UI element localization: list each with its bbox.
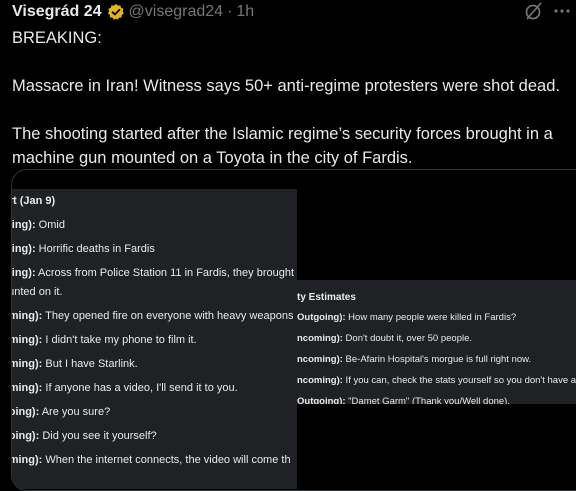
separator-dot: · [227, 3, 233, 20]
chat-speaker: ncoming): [297, 333, 343, 344]
chat-speaker: oming): [12, 382, 43, 394]
chat-speaker: oming): [12, 310, 43, 322]
chat-line: going): Are you sure? [12, 406, 111, 418]
post-time[interactable]: 1h [236, 3, 254, 21]
chat-line: oming): They opened fire on everyone wit… [12, 310, 294, 322]
verified-badge-icon[interactable] [107, 3, 125, 21]
chat-line: ncoming): Be-Afarin Hospital's morgue is… [297, 354, 531, 365]
chat-speaker: Outgoing): [297, 312, 346, 323]
chat-speaker: ming): [11, 219, 36, 231]
post-header: Visegrád 24 @visegrad24 · 1h [12, 2, 254, 22]
chat-line: oming): I didn't take my phone to film i… [12, 334, 197, 346]
chat-message: If you can, check the stats yourself so … [342, 375, 576, 386]
chat-speaker: ming): [11, 267, 36, 279]
chat-line: oming): When the internet connects, the … [12, 454, 291, 466]
chat-message: "Damet Garm" (Thank you/Well done). [345, 396, 510, 404]
chat-speaker: going): [12, 406, 40, 418]
chat-line: ming): Omid [11, 219, 65, 231]
chat-message: Don't doubt it, over 50 people. [342, 333, 473, 344]
chat-transcript-panel: ort (Jan 9) ming): Omid ming): Horrific … [11, 189, 297, 489]
chat-message: But I have Starlink. [42, 358, 138, 370]
chat-line: ncoming): If you can, check the stats yo… [297, 375, 576, 386]
chat-speaker: oming): [12, 454, 43, 466]
header-actions [524, 0, 572, 22]
post-paragraph: The shooting started after the Islamic r… [12, 125, 553, 167]
panel-title: ort (Jan 9) [12, 195, 56, 207]
chat-message: Did you see it yourself? [39, 430, 157, 442]
chat-line: oming): But I have Starlink. [12, 358, 138, 370]
chat-line: going): Did you see it yourself? [12, 430, 157, 442]
chat-speaker: ming): [11, 243, 36, 255]
more-icon[interactable] [552, 7, 572, 15]
chat-message: When the internet connects, the video wi… [42, 454, 291, 466]
post-media-image[interactable]: ort (Jan 9) ming): Omid ming): Horrific … [11, 169, 576, 491]
chat-speaker: ncoming): [297, 375, 343, 386]
author-name[interactable]: Visegrád 24 [12, 3, 102, 21]
author-handle[interactable]: @visegrad24 [129, 3, 224, 21]
grok-icon[interactable] [524, 1, 544, 21]
post-paragraph: BREAKING: [12, 29, 102, 47]
chat-message: They opened fire on everyone with heavy … [42, 310, 294, 322]
chat-line: oming): If anyone has a video, I'll send… [12, 382, 238, 394]
chat-line: Outgoing): "Damet Garm" (Thank you/Well … [297, 396, 510, 404]
chat-speaker: ncoming): [297, 354, 343, 365]
chat-message: Across from Police Station 11 in Fardis,… [35, 267, 295, 279]
chat-message: ounted on it. [12, 286, 63, 298]
chat-speaker: Outgoing): [297, 396, 346, 404]
chat-speaker: oming): [12, 358, 43, 370]
panel-title: ty Estimates [297, 292, 356, 303]
chat-line: ncoming): Don't doubt it, over 50 people… [297, 333, 472, 344]
chat-message: How many people were killed in Fardis? [345, 312, 517, 323]
post-text: BREAKING: Massacre in Iran! Witness says… [12, 26, 568, 170]
casualty-estimates-panel: ty Estimates Outgoing): How many people … [297, 280, 576, 404]
chat-message: Are you sure? [39, 406, 111, 418]
chat-message: Horrific deaths in Fardis [35, 243, 155, 255]
chat-message: If anyone has a video, I'll send it to y… [42, 382, 238, 394]
chat-speaker: oming): [12, 334, 43, 346]
chat-speaker: going): [12, 430, 40, 442]
chat-line: Outgoing): How many people were killed i… [297, 312, 516, 323]
chat-message: Omid [35, 219, 65, 231]
post-paragraph: Massacre in Iran! Witness says 50+ anti-… [12, 77, 560, 95]
chat-line: ming): Across from Police Station 11 in … [11, 267, 295, 279]
chat-line: ming): Horrific deaths in Fardis [11, 243, 155, 255]
chat-line: ounted on it. [12, 286, 63, 298]
chat-message: Be-Afarin Hospital's morgue is full righ… [342, 354, 532, 365]
chat-message: I didn't take my phone to film it. [42, 334, 197, 346]
